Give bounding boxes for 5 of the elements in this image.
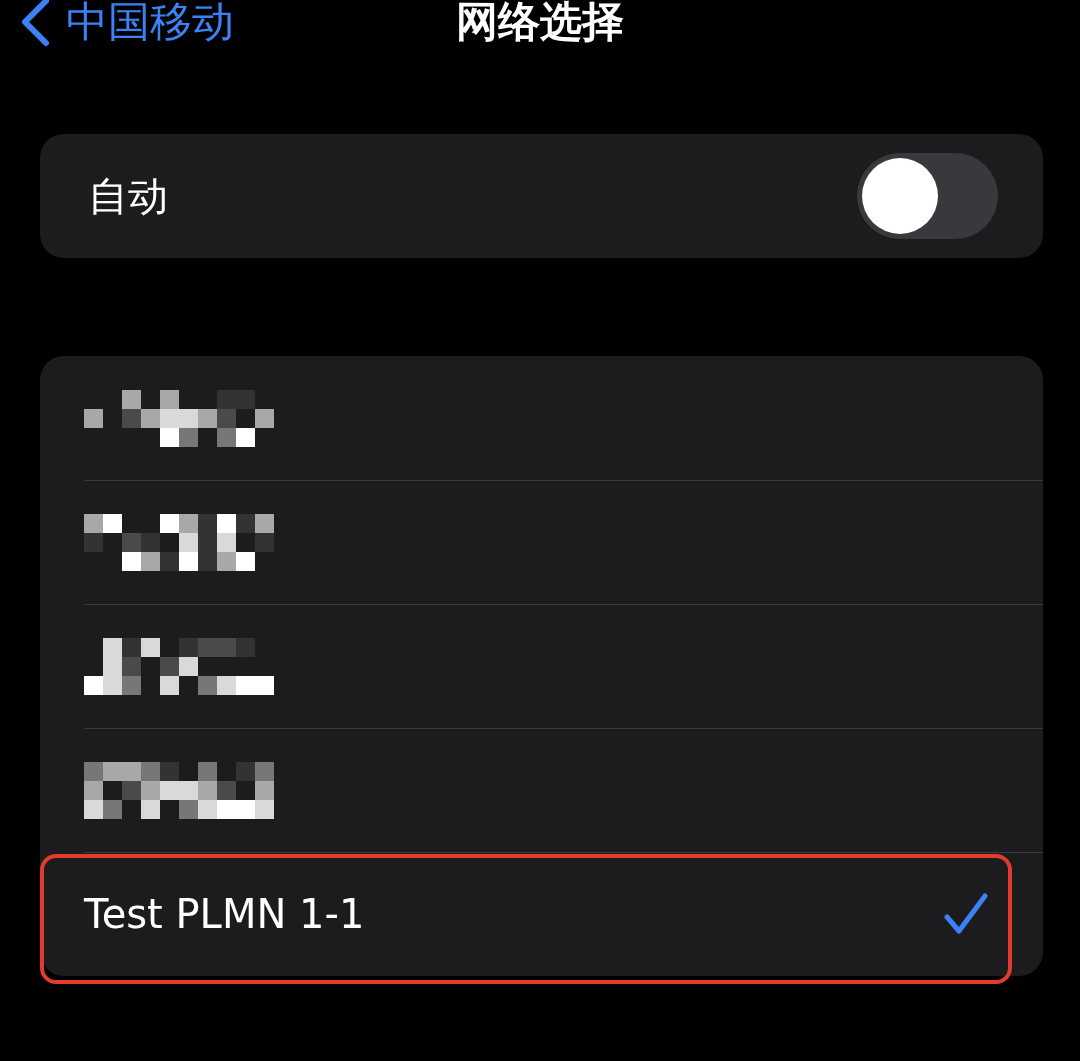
automatic-label: 自动 — [88, 171, 168, 221]
network-row[interactable]: Test PLMN 1-1 — [40, 852, 1043, 976]
nav-title: 网络选择 — [456, 0, 624, 48]
checkmark-icon — [944, 893, 988, 935]
back-button[interactable]: 中国移动 — [18, 0, 234, 50]
